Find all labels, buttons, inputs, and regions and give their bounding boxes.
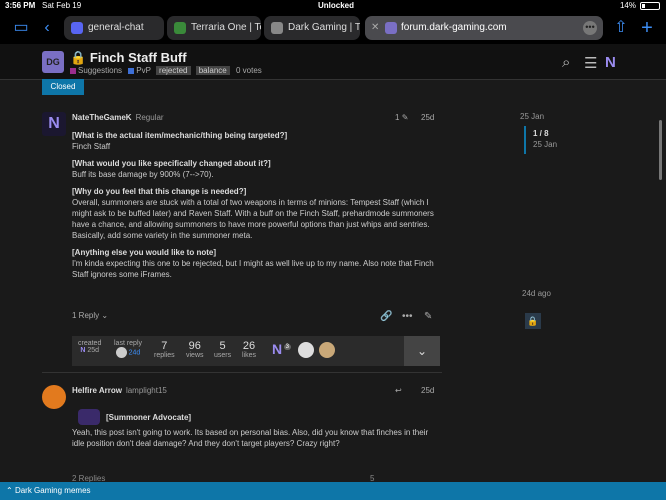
topic-meta: Suggestions PvP rejected balance 0 votes <box>70 66 262 75</box>
status-lock-text: Unlocked <box>318 1 355 10</box>
timeline-lock-icon[interactable]: 🔒 <box>525 313 541 329</box>
timeline-position-date: 25 Jan <box>533 140 558 149</box>
forum-icon <box>385 22 397 34</box>
last-reply-avatar <box>115 347 127 358</box>
creator-avatar: N <box>80 347 86 354</box>
browser-tab-bar: ▭ ‹ general-chat Terraria One | Te Dark … <box>0 12 666 44</box>
footer-label: Dark Gaming memes <box>14 486 91 495</box>
dark-gaming-icon <box>271 22 283 34</box>
timeline-top-date[interactable]: 25 Jan <box>520 112 544 121</box>
forum-header: DG 🔒 Finch Staff Buff Suggestions PvP re… <box>0 44 666 80</box>
tab-label: Dark Gaming | Tr <box>288 22 360 33</box>
closed-status-badge: Closed <box>42 79 84 95</box>
participant-avatar[interactable]: N <box>272 341 282 357</box>
search-icon[interactable]: ⌕ <box>562 54 570 71</box>
views-stat: 96 views <box>186 340 204 359</box>
sidebar-icon[interactable]: ▭ <box>10 17 32 39</box>
lock-icon: 🔒 <box>70 50 87 65</box>
close-tab-icon[interactable]: ✕ <box>371 16 379 40</box>
post-divider <box>42 372 442 373</box>
post-1: N NateTheGameK Regular 1 ✎ 25d [What is t… <box>42 108 442 308</box>
tab-label: Terraria One | Te <box>191 22 261 33</box>
user-title: lamplight15 <box>125 386 167 395</box>
users-stat: 5 users <box>214 340 232 359</box>
scrollbar[interactable] <box>659 120 662 180</box>
timeline-bottom-date[interactable]: 24d ago <box>522 289 551 298</box>
participant-avatars: N 3 <box>272 341 335 359</box>
category-color-icon <box>70 67 76 74</box>
tab-general-chat[interactable]: general-chat <box>64 16 164 40</box>
link-icon[interactable]: 🔗 <box>380 311 392 322</box>
created-info: created N 25d <box>78 340 102 354</box>
bottom-bar[interactable]: ⌃ Dark Gaming memes <box>0 482 666 500</box>
tab-label: general-chat <box>88 22 144 33</box>
edit-icon[interactable]: ✎ <box>424 311 432 322</box>
post-username[interactable]: NateTheGameK Regular <box>72 112 164 123</box>
topic-summary: created N 25d last reply 24d 7 replies 96… <box>72 336 440 366</box>
ios-status-bar: 3:56 PM Sat Feb 19 Unlocked 14% <box>0 0 666 12</box>
timeline-position: 1 / 8 <box>533 129 549 138</box>
post-body: [What is the actual item/mechanic/thing … <box>72 131 434 279</box>
page-title: 🔒 Finch Staff Buff <box>70 50 187 65</box>
tab-forum-active[interactable]: ✕ forum.dark-gaming.com ••• <box>365 16 603 40</box>
more-icon[interactable]: ••• <box>402 311 413 322</box>
status-battery-text: 14% <box>619 1 636 10</box>
back-chevron-icon[interactable]: ‹ <box>38 17 56 39</box>
participant-avatar[interactable] <box>298 341 315 358</box>
vote-count: 0 votes <box>236 66 262 75</box>
reply-count-button[interactable]: 1 Reply ⌄ <box>72 311 108 320</box>
post-body: Yeah, this post isn't going to work. Its… <box>72 428 429 448</box>
tab-terraria-one[interactable]: Terraria One | Te <box>167 16 261 40</box>
battery-icon <box>640 2 660 10</box>
user-avatar-icon[interactable]: N <box>605 54 616 71</box>
share-icon[interactable]: ⇧ <box>612 17 630 39</box>
tab-dark-gaming[interactable]: Dark Gaming | Tr <box>264 16 360 40</box>
status-date: Sat Feb 19 <box>42 1 82 10</box>
expand-summary-button[interactable]: ⌄ <box>404 336 440 366</box>
subcategory-link[interactable]: PvP <box>136 66 151 75</box>
post-2: Helfire Arrow lamplight15 ↩ 25d [Summoner… <box>42 383 442 483</box>
reply-marker[interactable]: 1 ✎ <box>395 112 408 123</box>
avatar[interactable] <box>42 385 66 409</box>
replies-stat: 7 replies <box>154 340 175 359</box>
chevron-up-icon: ⌃ <box>6 486 13 495</box>
quote-heading: [Summoner Advocate] <box>106 413 192 422</box>
site-logo[interactable]: DG <box>42 51 64 73</box>
tag-balance[interactable]: balance <box>195 66 230 75</box>
last-reply-info[interactable]: last reply 24d <box>114 340 142 358</box>
subcategory-color-icon <box>128 67 135 74</box>
participant-count-badge: 3 <box>283 344 291 350</box>
post-date[interactable]: 25d <box>421 385 434 396</box>
more-options-icon[interactable]: ••• <box>583 21 597 35</box>
new-tab-icon[interactable]: + <box>638 17 656 39</box>
post-username[interactable]: Helfire Arrow lamplight15 <box>72 385 167 396</box>
discord-icon <box>71 22 83 34</box>
user-title: Regular <box>135 113 164 122</box>
category-link[interactable]: Suggestions <box>78 66 122 75</box>
status-time: 3:56 PM <box>5 1 36 10</box>
reply-arrow-icon[interactable]: ↩ <box>395 385 402 396</box>
tab-url: forum.dark-gaming.com <box>401 22 507 33</box>
flair-image <box>78 409 100 425</box>
post-date[interactable]: 25d <box>421 112 434 123</box>
pencil-icon: ✎ <box>401 113 409 122</box>
timeline-scroll-handle[interactable] <box>524 126 526 154</box>
participant-avatar[interactable] <box>318 341 335 358</box>
terraria-icon <box>174 22 186 34</box>
likes-stat: 26 likes <box>242 340 257 359</box>
avatar[interactable]: N <box>42 112 66 136</box>
tag-rejected[interactable]: rejected <box>156 66 191 75</box>
hamburger-menu-icon[interactable]: ☰ <box>584 54 597 72</box>
